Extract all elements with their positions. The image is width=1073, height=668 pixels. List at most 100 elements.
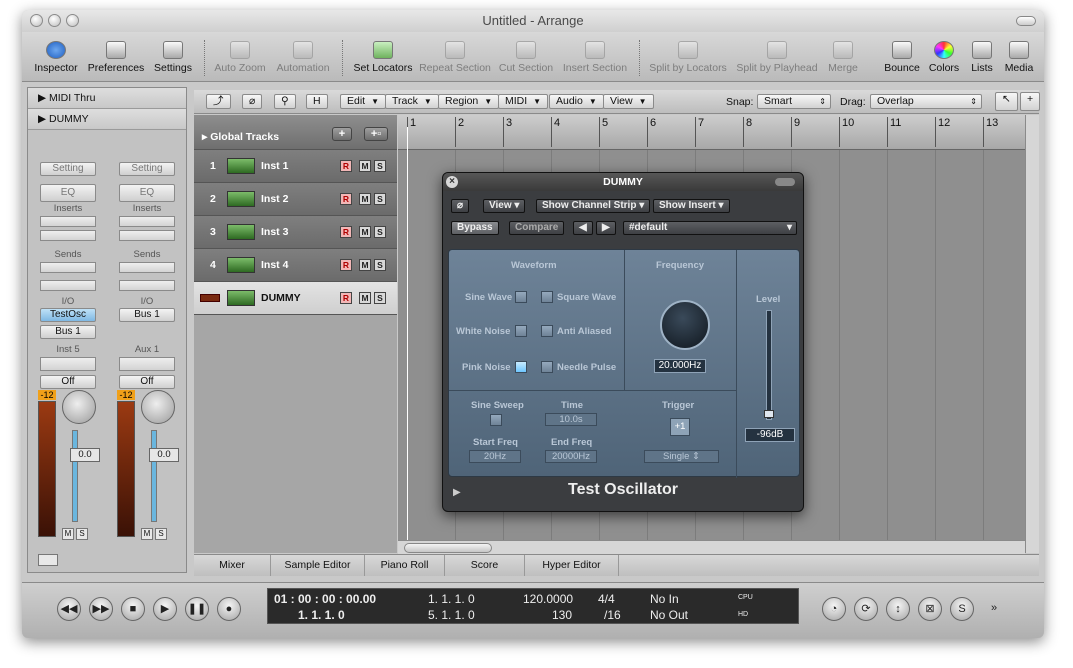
- trigger-mode-select[interactable]: Single ⇕: [644, 450, 719, 463]
- plugin-title-bar[interactable]: × DUMMY: [443, 173, 803, 191]
- pink-noise-checkbox[interactable]: [515, 361, 527, 373]
- volume-fader[interactable]: [151, 430, 157, 522]
- stop-button[interactable]: ■: [121, 597, 145, 621]
- bounce-button[interactable]: Bounce: [882, 32, 922, 82]
- preferences-button[interactable]: Preferences: [84, 32, 148, 82]
- track-menu[interactable]: Track ▼: [385, 94, 439, 109]
- tab-score[interactable]: Score: [445, 555, 525, 576]
- frequency-knob[interactable]: [660, 300, 710, 350]
- set-locators-button[interactable]: Set Locators: [352, 32, 414, 82]
- volume-value[interactable]: 0.0: [149, 448, 179, 462]
- start-freq-field[interactable]: 20Hz: [469, 450, 521, 463]
- group-slot[interactable]: [40, 357, 96, 371]
- setting-button[interactable]: Setting: [40, 162, 96, 176]
- pan-knob[interactable]: [62, 390, 96, 424]
- eq-button[interactable]: EQ: [119, 184, 175, 202]
- insert-section-button[interactable]: Insert Section: [560, 32, 630, 82]
- playhead[interactable]: [407, 127, 408, 553]
- solo-button[interactable]: S: [155, 528, 167, 540]
- automation-button[interactable]: Automation: [272, 32, 334, 82]
- auto-zoom-button[interactable]: Auto Zoom: [212, 32, 268, 82]
- media-button[interactable]: Media: [1001, 32, 1037, 82]
- needle-pulse-checkbox[interactable]: [541, 361, 553, 373]
- ruler-bar-7[interactable]: 7: [695, 117, 704, 147]
- mute-button[interactable]: M: [359, 193, 371, 205]
- ruler-bar-3[interactable]: 3: [503, 117, 512, 147]
- ruler-bar-4[interactable]: 4: [551, 117, 560, 147]
- close-icon[interactable]: ×: [446, 176, 458, 188]
- minimize-window-button[interactable]: [48, 14, 61, 27]
- ruler-bar-9[interactable]: 9: [791, 117, 800, 147]
- record-enable-button[interactable]: R: [340, 226, 352, 238]
- metronome-button[interactable]: ⊠: [918, 597, 942, 621]
- fast-forward-button[interactable]: ▶▶: [89, 597, 113, 621]
- inspector-button[interactable]: Inspector: [30, 32, 82, 82]
- tab-piano-roll[interactable]: Piano Roll: [365, 555, 445, 576]
- link-icon[interactable]: ⌀: [242, 94, 263, 109]
- toolbar-toggle-button[interactable]: [1016, 16, 1036, 26]
- ruler-bar-5[interactable]: 5: [599, 117, 608, 147]
- vertical-scrollbar[interactable]: [1025, 115, 1039, 553]
- automation-mode-button[interactable]: Off: [40, 375, 96, 389]
- preset-menu[interactable]: #default ▾: [623, 221, 797, 235]
- track-row[interactable]: 2 Inst 2RMS: [194, 183, 397, 216]
- title-bar[interactable]: Untitled - Arrange: [22, 10, 1044, 32]
- sine-sweep-checkbox[interactable]: [490, 414, 502, 426]
- solo-button[interactable]: S: [76, 528, 88, 540]
- mute-button[interactable]: M: [359, 292, 371, 304]
- ruler-bar-6[interactable]: 6: [647, 117, 656, 147]
- drag-select[interactable]: Overlap ⇕: [870, 94, 982, 109]
- snap-select[interactable]: Smart ⇕: [757, 94, 831, 109]
- track-row[interactable]: 3 Inst 3RMS: [194, 216, 397, 249]
- zoom-window-button[interactable]: [66, 14, 79, 27]
- pan-knob[interactable]: [141, 390, 175, 424]
- record-enable-button[interactable]: R: [340, 259, 352, 271]
- track-row[interactable]: 4 Inst 4RMS: [194, 249, 397, 282]
- send-slot[interactable]: [40, 262, 96, 273]
- audio-menu[interactable]: Audio ▼: [549, 94, 604, 109]
- close-window-button[interactable]: [30, 14, 43, 27]
- link-button[interactable]: [38, 554, 58, 566]
- mute-button[interactable]: M: [141, 528, 153, 540]
- output-button[interactable]: Bus 1: [40, 325, 96, 339]
- pointer-tool-icon[interactable]: ↖: [995, 92, 1018, 111]
- insert-slot[interactable]: [40, 216, 96, 227]
- frequency-value[interactable]: 20.000Hz: [654, 359, 706, 373]
- ruler-bar-2[interactable]: 2: [455, 117, 464, 147]
- track-row[interactable]: 1 Inst 1RMS: [194, 150, 397, 183]
- horizontal-scrollbar[interactable]: [398, 540, 1025, 554]
- track-row-selected[interactable]: DUMMY R M S: [194, 282, 397, 315]
- insert-slot[interactable]: [40, 230, 96, 241]
- colors-button[interactable]: Colors: [925, 32, 963, 82]
- time-field[interactable]: 10.0s: [545, 413, 597, 426]
- send-slot[interactable]: [119, 262, 175, 273]
- level-slider-thumb[interactable]: [764, 410, 774, 418]
- trigger-button[interactable]: +1: [670, 418, 690, 436]
- compare-button[interactable]: Compare: [509, 221, 565, 235]
- pause-button[interactable]: ❚❚: [185, 597, 209, 621]
- level-value[interactable]: -96dB: [745, 428, 795, 442]
- level-slider[interactable]: [766, 310, 772, 420]
- tab-sample-editor[interactable]: Sample Editor: [271, 555, 365, 576]
- mute-button[interactable]: M: [359, 160, 371, 172]
- ruler-bar-1[interactable]: 1: [407, 117, 416, 147]
- bar-ruler[interactable]: 1 2 3 4 5 6 7 8 9 10 11 12 13: [398, 115, 1025, 150]
- next-preset-button[interactable]: ▶: [596, 221, 616, 235]
- record-enable-button[interactable]: R: [340, 160, 352, 172]
- split-by-locators-button[interactable]: Split by Locators: [648, 32, 728, 82]
- bypass-button[interactable]: Bypass: [451, 221, 499, 235]
- mute-button[interactable]: M: [359, 259, 371, 271]
- solo-button[interactable]: S: [374, 193, 386, 205]
- record-enable-button[interactable]: R: [340, 193, 352, 205]
- settings-button[interactable]: Settings: [150, 32, 196, 82]
- white-noise-checkbox[interactable]: [515, 325, 527, 337]
- solo-button[interactable]: S: [374, 259, 386, 271]
- inspector-row-midi-thru[interactable]: ▶ MIDI Thru: [28, 88, 186, 109]
- merge-button[interactable]: Merge: [823, 32, 863, 82]
- peak-indicator[interactable]: -12: [117, 390, 135, 400]
- split-by-playhead-button[interactable]: Split by Playhead: [735, 32, 819, 82]
- midi-menu[interactable]: MIDI ▼: [498, 94, 549, 109]
- ruler-bar-13[interactable]: 13: [983, 117, 998, 147]
- ruler-bar-8[interactable]: 8: [743, 117, 752, 147]
- send-slot[interactable]: [119, 280, 175, 291]
